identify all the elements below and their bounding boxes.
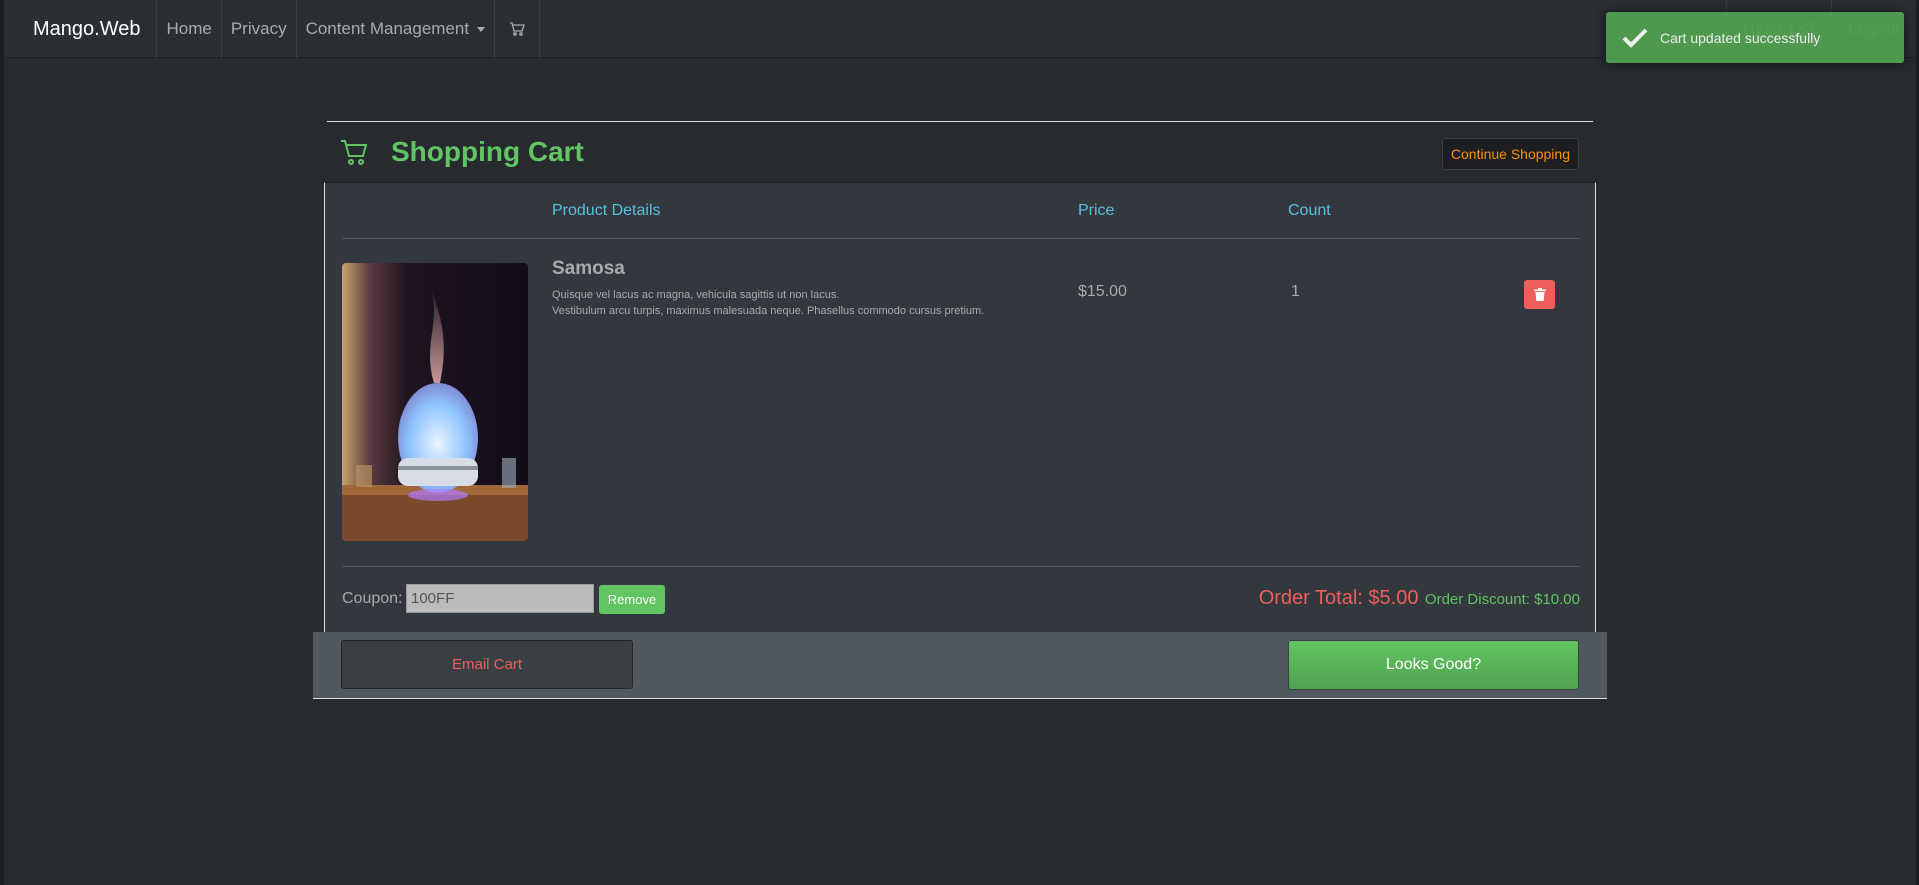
order-discount: Order Discount: $10.00 bbox=[1424, 591, 1580, 608]
window-edge-left bbox=[0, 0, 4, 885]
cart-body: Product Details Price Count Samosa Quisq… bbox=[324, 182, 1596, 632]
column-header-price: Price bbox=[1078, 202, 1115, 219]
order-total: Order Total: $5.00 bbox=[1258, 587, 1419, 609]
nav-cart[interactable] bbox=[494, 0, 541, 58]
nav-home[interactable]: Home bbox=[156, 0, 220, 58]
cart-icon bbox=[510, 21, 525, 36]
nav-content-management[interactable]: Content Management bbox=[295, 0, 495, 58]
looks-good-button[interactable]: Looks Good? bbox=[1288, 640, 1579, 690]
nav-content-management-label: Content Management bbox=[305, 18, 470, 38]
shopping-cart-icon bbox=[341, 140, 368, 165]
coupon-input[interactable] bbox=[406, 584, 594, 613]
product-count: 1 bbox=[1291, 283, 1300, 300]
nav-privacy[interactable]: Privacy bbox=[220, 0, 296, 58]
email-cart-button[interactable]: Email Cart bbox=[341, 640, 633, 689]
cart-footer: Email Cart Looks Good? bbox=[313, 632, 1607, 699]
toast-message: Cart updated successfully bbox=[1660, 29, 1821, 46]
order-summary: Order Total: $5.00 Order Discount: $10.0… bbox=[1259, 587, 1580, 610]
column-header-count: Count bbox=[1288, 202, 1331, 219]
divider bbox=[342, 238, 1580, 239]
brand-link[interactable]: Mango.Web bbox=[4, 0, 156, 58]
column-header-details: Product Details bbox=[552, 202, 661, 219]
page-title: Shopping Cart bbox=[391, 136, 584, 167]
delete-item-button[interactable] bbox=[1524, 280, 1555, 309]
product-description-line: Vestibulum arcu turpis, maximus malesuad… bbox=[552, 305, 985, 317]
trash-icon bbox=[1533, 288, 1546, 301]
continue-shopping-button[interactable]: Continue Shopping bbox=[1441, 138, 1579, 170]
product-name: Samosa bbox=[552, 258, 625, 279]
product-price: $15.00 bbox=[1078, 283, 1127, 300]
divider bbox=[342, 566, 1580, 567]
checkmark-icon bbox=[1622, 28, 1652, 48]
cart-header: Shopping Cart Continue Shopping bbox=[327, 121, 1593, 182]
toast-notification[interactable]: Cart updated successfully bbox=[1606, 12, 1904, 63]
coupon-label: Coupon: bbox=[342, 590, 403, 607]
remove-coupon-button[interactable]: Remove bbox=[599, 585, 665, 614]
product-description: Quisque vel lacus ac magna, vehicula sag… bbox=[552, 287, 984, 319]
product-description-line: Quisque vel lacus ac magna, vehicula sag… bbox=[552, 289, 840, 301]
product-image bbox=[342, 263, 528, 541]
caret-down-icon bbox=[477, 26, 486, 32]
